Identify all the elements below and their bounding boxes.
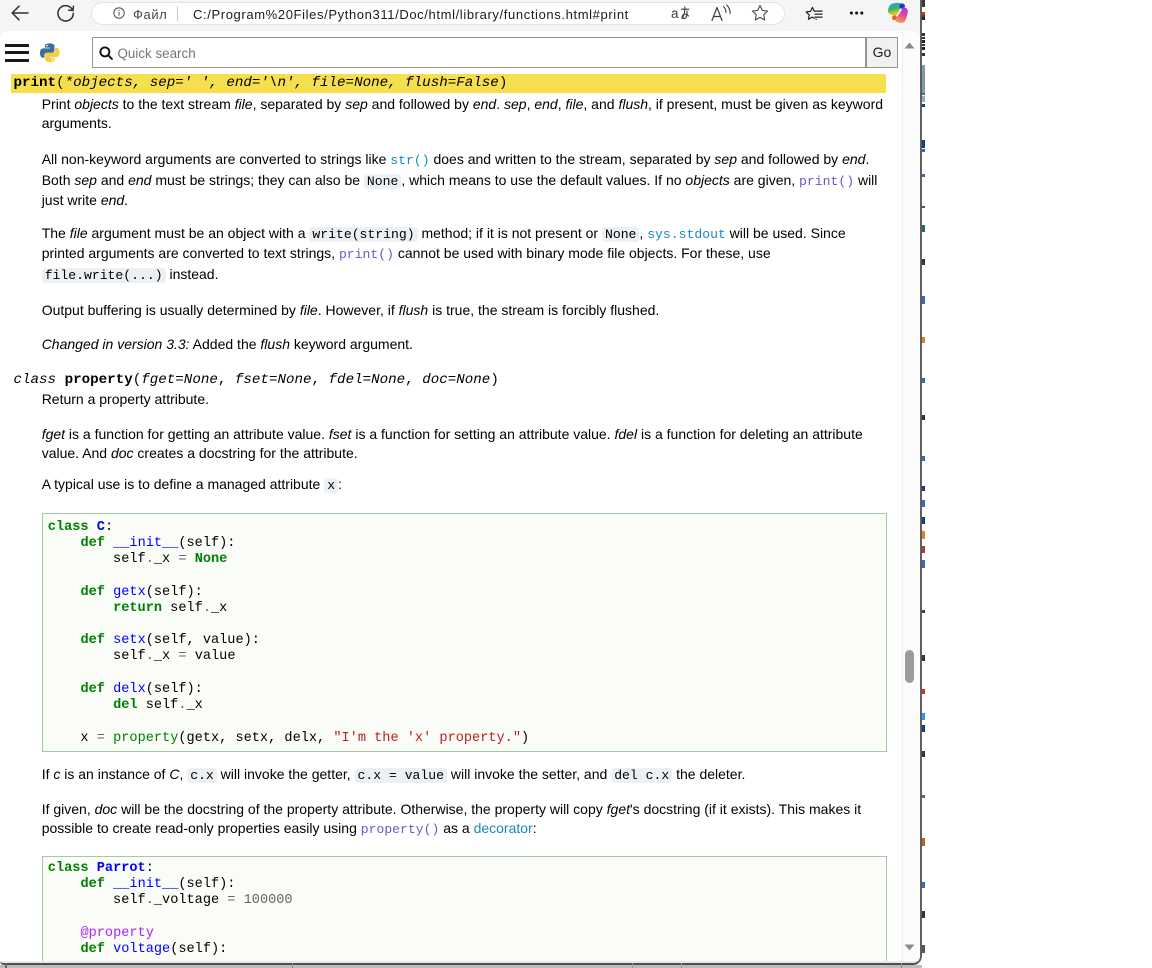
- svg-text:a: a: [671, 6, 679, 21]
